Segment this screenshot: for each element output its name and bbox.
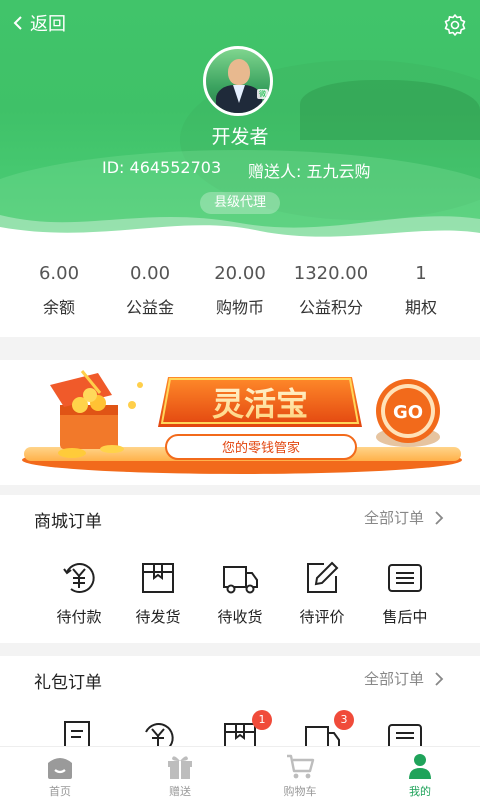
tab-home[interactable]: 首页 [20, 751, 100, 799]
mall-orders-title: 商城订单 [34, 512, 102, 532]
box-icon [142, 563, 174, 593]
order-label: 待付款 [56, 608, 102, 626]
edit-icon [307, 561, 339, 593]
stat-balance[interactable]: 6.00 余额 [34, 263, 84, 318]
back-label: 返回 [30, 14, 66, 35]
cart-icon [287, 754, 315, 779]
profile-header: 返回 微 开发者 ID: 464552703 赠送人: 五九云购 县级代理 [0, 0, 480, 245]
mall-orders-card: 商城订单 全部订单 待付款 待发货 待收货 待评价 售后中 [0, 495, 480, 643]
banner-title: 灵活宝 [212, 385, 308, 423]
order-pending-receipt[interactable]: 待收货 [205, 558, 275, 627]
stat-options[interactable]: 1 期权 [398, 263, 444, 318]
stat-shopping-coins[interactable]: 20.00 购物币 [208, 263, 272, 318]
stat-value: 1 [415, 263, 427, 284]
stat-label: 期权 [404, 298, 437, 317]
stat-value: 20.00 [214, 263, 266, 284]
referrer: 赠送人: 五九云购 [248, 162, 371, 181]
tab-gift[interactable]: 赠送 [140, 751, 220, 799]
order-after-sales[interactable]: 售后中 [370, 558, 440, 627]
order-label: 售后中 [382, 608, 428, 626]
stat-charity-fund[interactable]: 0.00 公益金 [120, 263, 180, 318]
chevron-right-icon [435, 671, 444, 686]
avatar-tag: 微 [257, 89, 268, 99]
stat-value: 6.00 [38, 263, 80, 284]
user-name: 开发者 [211, 126, 269, 148]
user-id: ID: 464552703 [102, 158, 222, 177]
gift-orders-all-link[interactable]: 全部订单 [364, 668, 446, 689]
stat-label: 购物币 [215, 298, 264, 317]
stat-charity-points[interactable]: 1320.00 公益积分 [288, 263, 374, 318]
list-icon [388, 564, 422, 592]
home-icon [48, 758, 72, 779]
stat-value: 0.00 [129, 263, 171, 284]
tab-mine[interactable]: 我的 [380, 751, 460, 799]
tab-cart[interactable]: 购物车 [260, 751, 340, 799]
order-label: 待发货 [135, 608, 181, 626]
all-orders-label: 全部订单 [363, 509, 424, 527]
go-button[interactable]: GO [376, 379, 440, 447]
mall-orders-all-link[interactable]: 全部订单 [364, 507, 446, 528]
all-orders-label: 全部订单 [363, 670, 424, 688]
stat-label: 余额 [42, 298, 75, 317]
truck-icon [223, 566, 258, 594]
go-label: GO [393, 402, 423, 423]
order-label: 待评价 [299, 608, 345, 626]
gift-box-badge: 1 [252, 710, 272, 730]
order-label: 待收货 [217, 608, 263, 626]
stat-label: 公益金 [125, 298, 174, 317]
banner-section: 灵活宝 您的零钱管家 GO [0, 360, 480, 485]
avatar[interactable]: 微 [203, 46, 273, 116]
user-icon [409, 754, 431, 779]
avatar-head [228, 59, 250, 85]
tab-label: 我的 [409, 785, 431, 798]
gift-orders-card: 礼包订单 全部订单 1 3 [0, 656, 480, 756]
order-pending-payment[interactable]: 待付款 [44, 558, 114, 627]
order-pending-shipment[interactable]: 待发货 [123, 558, 193, 627]
bottom-tab-bar: 首页 赠送 购物车 我的 [0, 746, 480, 800]
level-badge: 县级代理 [200, 192, 280, 214]
treasure-chest-icon [50, 370, 143, 458]
account-stats: 6.00 余额 0.00 公益金 20.00 购物币 1320.00 公益积分 … [0, 245, 480, 337]
yen-circle-icon [63, 563, 95, 593]
tab-label: 赠送 [169, 785, 191, 798]
chevron-left-icon [13, 16, 22, 30]
gift-icon [168, 756, 192, 779]
tab-label: 首页 [49, 785, 71, 798]
gift-truck-badge: 3 [334, 710, 354, 730]
gift-orders-title: 礼包订单 [34, 673, 102, 693]
stat-value: 1320.00 [293, 263, 369, 284]
tab-label: 购物车 [283, 785, 317, 798]
gear-icon[interactable] [442, 12, 468, 38]
promo-banner[interactable]: 灵活宝 您的零钱管家 GO [20, 365, 465, 477]
stat-label: 公益积分 [298, 298, 363, 317]
back-button[interactable]: 返回 [10, 10, 66, 36]
banner-subtitle: 您的零钱管家 [222, 440, 300, 456]
chevron-right-icon [435, 510, 444, 525]
order-pending-review[interactable]: 待评价 [287, 558, 357, 627]
